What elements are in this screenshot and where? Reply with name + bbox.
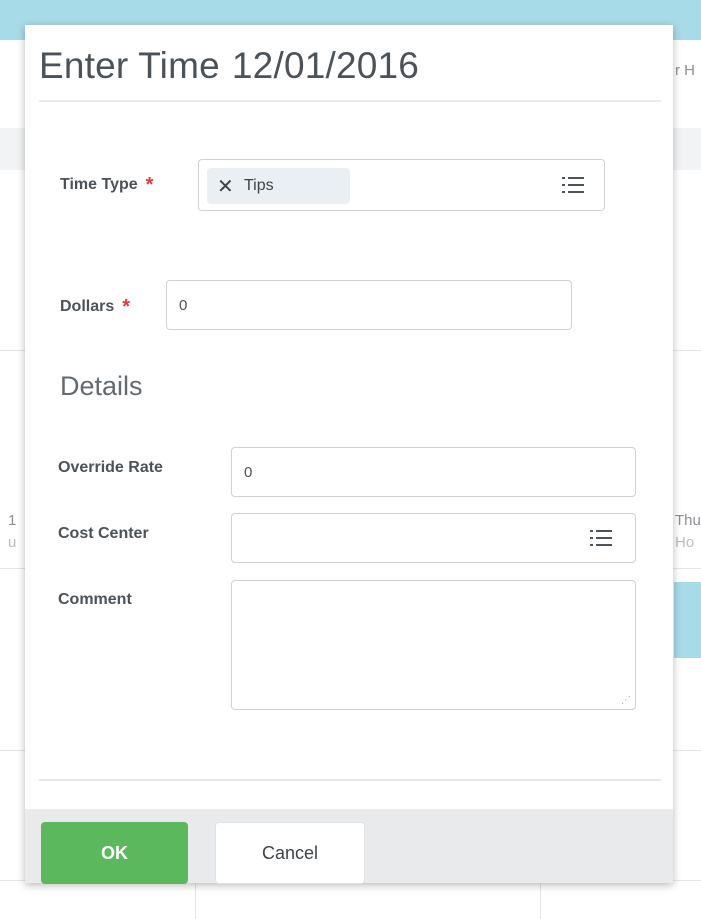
background-day-sub-fragment: Ho — [675, 534, 695, 551]
resize-handle-icon[interactable]: ⋰ — [621, 696, 631, 706]
background-day-sub-fragment: u — [8, 534, 17, 551]
time-type-label: Time Type * — [60, 172, 154, 196]
override-rate-value: 0 — [244, 464, 253, 481]
dollars-value: 0 — [179, 297, 188, 314]
required-marker: * — [145, 174, 154, 196]
required-marker: * — [122, 296, 131, 318]
time-type-label-text: Time Type — [60, 176, 138, 193]
override-rate-input[interactable]: 0 — [231, 447, 636, 497]
time-type-prompt[interactable]: ✕ Tips — [198, 159, 605, 211]
dialog-footer: OK Cancel — [25, 809, 673, 884]
cost-center-label: Cost Center — [58, 525, 149, 542]
dialog-title: Enter Time 12/01/2016 — [39, 45, 419, 87]
time-type-selected-pill: ✕ Tips — [207, 168, 350, 204]
background-column-line — [540, 880, 541, 919]
background-day-fragment: Thu — [675, 512, 701, 529]
title-divider — [39, 100, 661, 102]
dollars-label: Dollars * — [60, 294, 131, 318]
dollars-label-text: Dollars — [60, 298, 115, 315]
details-heading: Details — [60, 371, 143, 401]
dialog-title-date: 12/01/2016 — [231, 45, 420, 86]
comment-label: Comment — [58, 591, 132, 608]
dialog-title-text: Enter Time — [39, 45, 220, 86]
comment-textarea[interactable]: ⋰ — [231, 580, 636, 710]
background-day-fragment: 1 — [8, 512, 17, 529]
list-icon[interactable] — [590, 530, 612, 546]
dollars-input[interactable]: 0 — [166, 280, 572, 330]
list-icon[interactable] — [562, 177, 584, 193]
background-header-fragment: r H — [675, 62, 695, 79]
enter-time-dialog: Enter Time 12/01/2016 Time Type * ✕ Tips D… — [25, 25, 673, 884]
override-rate-label: Override Rate — [58, 459, 163, 476]
cancel-button[interactable]: Cancel — [215, 822, 365, 884]
time-type-selected-value: Tips — [244, 177, 274, 194]
cost-center-prompt[interactable] — [231, 513, 636, 563]
background-column-line — [195, 880, 196, 919]
remove-selection-icon[interactable]: ✕ — [217, 174, 234, 199]
footer-divider — [39, 779, 661, 781]
background-calendar-tile — [674, 582, 701, 658]
ok-button[interactable]: OK — [41, 822, 188, 884]
